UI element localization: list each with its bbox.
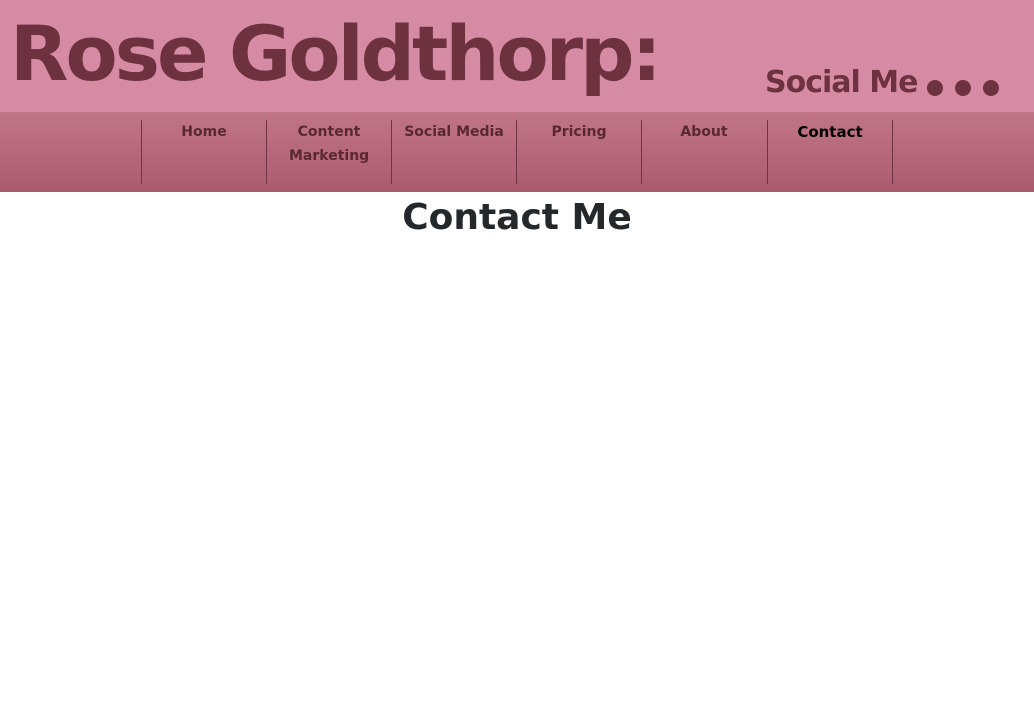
main-navigation: Home Content Marketing Social Media Pric… — [0, 112, 1034, 192]
nav-separator — [892, 120, 893, 184]
site-title: Rose Goldthorp: — [10, 9, 662, 98]
nav-item-pricing[interactable]: Pricing — [517, 120, 641, 184]
nav-item-content-marketing[interactable]: Content Marketing — [267, 120, 391, 184]
nav-item-contact[interactable]: Contact — [768, 120, 892, 184]
site-subtitle: Social Me — [765, 65, 918, 100]
nav-item-home[interactable]: Home — [142, 120, 266, 184]
nav-item-about[interactable]: About — [642, 120, 766, 184]
site-header-banner: Rose Goldthorp: Social Me — [0, 0, 1034, 112]
ellipsis-dot — [983, 80, 999, 96]
ellipsis-dot — [927, 80, 943, 96]
page-title: Contact Me — [402, 197, 632, 238]
nav-item-social-media[interactable]: Social Media — [392, 120, 516, 184]
ellipsis-dot — [955, 80, 971, 96]
